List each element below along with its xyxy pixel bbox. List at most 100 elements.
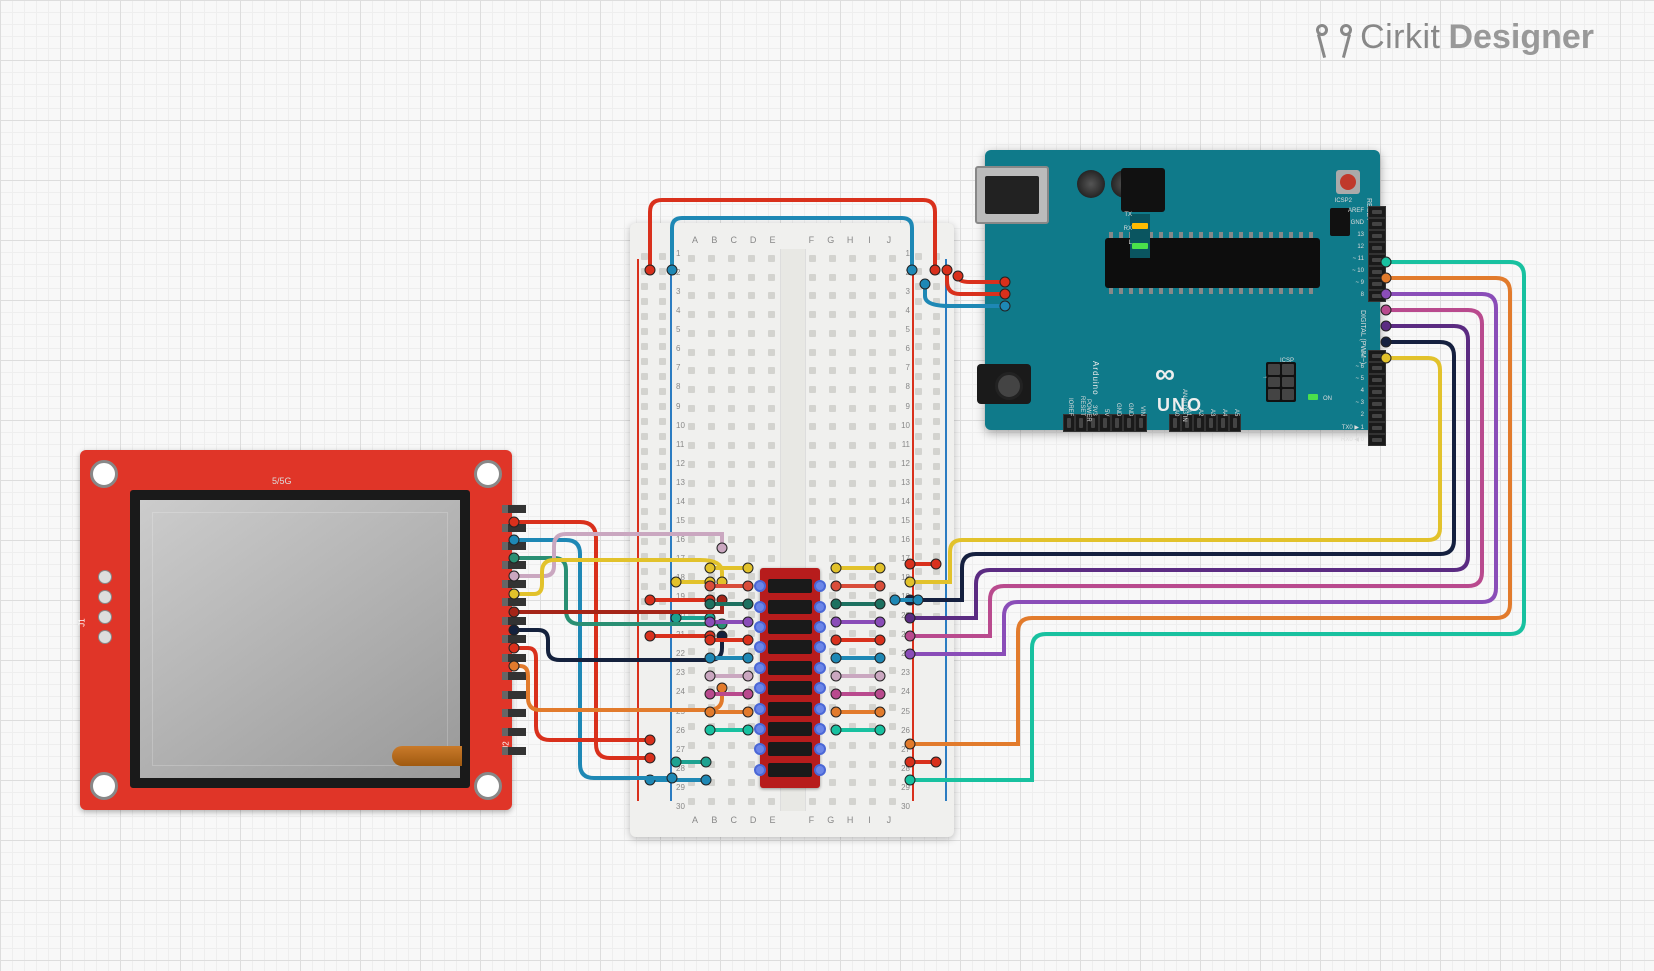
tie-point[interactable] bbox=[869, 611, 876, 618]
tie-point[interactable] bbox=[889, 442, 896, 449]
rail-hole[interactable] bbox=[933, 268, 940, 275]
tie-point[interactable] bbox=[708, 742, 715, 749]
header-pin[interactable] bbox=[1368, 386, 1386, 398]
tie-point[interactable] bbox=[849, 386, 856, 393]
tie-point[interactable] bbox=[688, 667, 695, 674]
rail-hole[interactable] bbox=[659, 343, 666, 350]
tie-point[interactable] bbox=[829, 592, 836, 599]
tie-point[interactable] bbox=[829, 405, 836, 412]
tie-point[interactable] bbox=[748, 611, 755, 618]
display-header-pins[interactable] bbox=[502, 500, 520, 760]
tie-point[interactable] bbox=[708, 592, 715, 599]
tie-point[interactable] bbox=[869, 686, 876, 693]
tie-point[interactable] bbox=[688, 255, 695, 262]
rail-hole[interactable] bbox=[915, 553, 922, 560]
rail-hole[interactable] bbox=[641, 538, 648, 545]
rail-hole[interactable] bbox=[933, 553, 940, 560]
rail-hole[interactable] bbox=[659, 463, 666, 470]
rail-hole[interactable] bbox=[641, 418, 648, 425]
tie-point[interactable] bbox=[889, 349, 896, 356]
level-shifter-module[interactable] bbox=[760, 568, 820, 788]
rail-hole[interactable] bbox=[915, 433, 922, 440]
tie-point[interactable] bbox=[869, 573, 876, 580]
tie-point[interactable] bbox=[849, 330, 856, 337]
tie-point[interactable] bbox=[889, 405, 896, 412]
tie-point[interactable] bbox=[688, 798, 695, 805]
tie-point[interactable] bbox=[688, 461, 695, 468]
tie-point[interactable] bbox=[849, 480, 856, 487]
tie-point[interactable] bbox=[869, 742, 876, 749]
tie-point[interactable] bbox=[869, 330, 876, 337]
rail-hole[interactable] bbox=[659, 508, 666, 515]
rail-hole[interactable] bbox=[659, 553, 666, 560]
rail-hole[interactable] bbox=[641, 313, 648, 320]
tie-point[interactable] bbox=[708, 292, 715, 299]
tie-point[interactable] bbox=[688, 292, 695, 299]
tie-point[interactable] bbox=[829, 798, 836, 805]
tie-point[interactable] bbox=[768, 423, 775, 430]
rail-hole[interactable] bbox=[915, 583, 922, 590]
rail-hole[interactable] bbox=[933, 583, 940, 590]
header-pin[interactable] bbox=[1229, 414, 1241, 432]
tie-point[interactable] bbox=[688, 611, 695, 618]
rail-hole[interactable] bbox=[915, 538, 922, 545]
tie-point[interactable] bbox=[849, 667, 856, 674]
tie-point[interactable] bbox=[768, 461, 775, 468]
rail-hole[interactable] bbox=[933, 403, 940, 410]
tie-point[interactable] bbox=[809, 274, 816, 281]
tie-point[interactable] bbox=[728, 798, 735, 805]
tie-point[interactable] bbox=[889, 704, 896, 711]
tie-point[interactable] bbox=[849, 405, 856, 412]
tie-point[interactable] bbox=[849, 311, 856, 318]
tie-point[interactable] bbox=[708, 648, 715, 655]
rail-hole[interactable] bbox=[915, 523, 922, 530]
rail-hole[interactable] bbox=[659, 373, 666, 380]
tie-point[interactable] bbox=[728, 386, 735, 393]
rail-hole[interactable] bbox=[915, 613, 922, 620]
tie-point[interactable] bbox=[849, 798, 856, 805]
tie-point[interactable] bbox=[829, 367, 836, 374]
tie-point[interactable] bbox=[869, 442, 876, 449]
header-pin[interactable] bbox=[1169, 414, 1181, 432]
tie-point[interactable] bbox=[889, 480, 896, 487]
tie-point[interactable] bbox=[708, 517, 715, 524]
rail-hole[interactable] bbox=[933, 313, 940, 320]
header-pin[interactable] bbox=[1368, 350, 1386, 362]
rail-hole[interactable] bbox=[641, 508, 648, 515]
tie-point[interactable] bbox=[708, 555, 715, 562]
rail-hole[interactable] bbox=[915, 298, 922, 305]
tie-point[interactable] bbox=[889, 761, 896, 768]
tie-point[interactable] bbox=[869, 592, 876, 599]
rail-hole[interactable] bbox=[933, 388, 940, 395]
tie-point[interactable] bbox=[708, 686, 715, 693]
tie-point[interactable] bbox=[849, 255, 856, 262]
header-pin[interactable] bbox=[1368, 230, 1386, 242]
tie-point[interactable] bbox=[688, 349, 695, 356]
tie-point[interactable] bbox=[688, 686, 695, 693]
tie-point[interactable] bbox=[869, 292, 876, 299]
tie-point[interactable] bbox=[748, 442, 755, 449]
tie-point[interactable] bbox=[708, 274, 715, 281]
tie-point[interactable] bbox=[748, 405, 755, 412]
tie-point[interactable] bbox=[708, 723, 715, 730]
tie-point[interactable] bbox=[728, 292, 735, 299]
tie-point[interactable] bbox=[728, 667, 735, 674]
tie-point[interactable] bbox=[849, 461, 856, 468]
tie-point[interactable] bbox=[728, 461, 735, 468]
rail-hole[interactable] bbox=[659, 448, 666, 455]
tie-point[interactable] bbox=[728, 349, 735, 356]
tie-point[interactable] bbox=[829, 704, 836, 711]
tie-point[interactable] bbox=[829, 630, 836, 637]
tie-point[interactable] bbox=[829, 311, 836, 318]
tie-point[interactable] bbox=[889, 292, 896, 299]
tie-point[interactable] bbox=[688, 367, 695, 374]
tie-point[interactable] bbox=[849, 555, 856, 562]
tie-point[interactable] bbox=[829, 423, 836, 430]
header-pin[interactable] bbox=[1368, 374, 1386, 386]
tie-point[interactable] bbox=[809, 480, 816, 487]
tie-point[interactable] bbox=[728, 704, 735, 711]
tie-point[interactable] bbox=[688, 648, 695, 655]
tie-point[interactable] bbox=[809, 423, 816, 430]
tie-point[interactable] bbox=[889, 742, 896, 749]
rail-hole[interactable] bbox=[933, 478, 940, 485]
